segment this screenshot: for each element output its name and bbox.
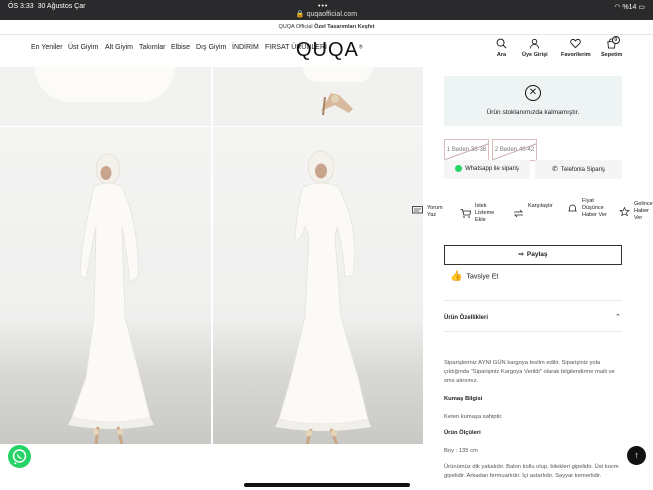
search-button[interactable]: Ara [496, 38, 507, 58]
size-option-1[interactable]: 1 Beden 36-38 [444, 139, 489, 161]
out-of-stock-notice: ✕ Ürün stoklanımızda kalmamıştır. [444, 76, 622, 126]
user-icon [530, 38, 540, 49]
favorites-button[interactable]: Favorilerim [561, 38, 591, 58]
shipping-description: Siparişleriniz AYNI GÜN kargoya teslim e… [444, 360, 615, 384]
shoe-image [321, 93, 353, 116]
chevron-up-icon[interactable]: ⌃ [615, 313, 621, 321]
cart-button[interactable]: 0 Sepetim [601, 36, 622, 58]
battery-icon: ▭ [638, 4, 645, 11]
fabric-text: Keten kumaşa sahiptir. [444, 414, 503, 420]
whatsapp-icon [455, 164, 463, 172]
url-bar[interactable]: 🔒 quqaofficial.com [0, 10, 653, 18]
cart-count-badge: 0 [611, 36, 620, 44]
product-image-top-right[interactable] [213, 67, 423, 126]
cart-icon [460, 209, 471, 218]
model-figure-left [68, 153, 154, 444]
status-time-date: ÖS 3:33 30 Ağustos Çar [8, 3, 86, 10]
close-circle-icon: ✕ [525, 85, 541, 101]
tab-dots[interactable]: ••• [318, 3, 328, 10]
share-button[interactable]: ⇨ Paylaş [444, 245, 622, 265]
comment-icon [412, 206, 423, 214]
heart-icon [570, 38, 582, 49]
detail-text: Ürünümüz dik yakalıdır. Balon kollu olup… [444, 464, 619, 479]
size-text: Boy : 135 cm [444, 448, 478, 454]
arrow-up-icon: ↑ [634, 450, 639, 460]
model-figure-right [275, 150, 371, 444]
status-battery: ◠ %14 ▭ [614, 4, 645, 11]
nav-item-alt-giyim[interactable]: Alt Giyim [105, 44, 133, 51]
product-properties-toggle[interactable]: Ürün Özellikleri [444, 315, 488, 321]
bell-icon [568, 204, 577, 212]
stock-message: Ürün stoklanımızda kalmamıştır. [486, 109, 580, 116]
nav-item-elbise[interactable]: Elbise [171, 44, 190, 51]
product-image-bottom-right[interactable] [213, 127, 423, 444]
divider [444, 331, 622, 332]
share-icon: ⇨ [518, 251, 524, 258]
size-option-2[interactable]: 2 Beden 40-42 [492, 139, 537, 161]
phone-icon: ✆ [552, 166, 558, 173]
recommend-button[interactable]: 👍 Tavsiye Et [450, 271, 498, 282]
home-indicator[interactable] [244, 483, 410, 487]
divider [444, 300, 622, 301]
compare-icon [514, 209, 523, 218]
whatsapp-order-button[interactable]: Whatsapp ile sipariş [444, 160, 530, 179]
scroll-top-button[interactable]: ↑ [627, 446, 646, 465]
lock-icon: 🔒 [295, 11, 305, 18]
nav-item-en-yeniler[interactable]: En Yeniler [31, 44, 63, 51]
promo-banner[interactable]: QUQA Official Özel Tasarımları Keşfet [0, 20, 653, 35]
thumbs-up-icon: 👍 [450, 271, 463, 282]
nav-item-dis-giyim[interactable]: Dış Giyim [196, 44, 226, 51]
wifi-icon: ◠ [614, 4, 621, 11]
star-icon [619, 207, 630, 216]
site-logo[interactable]: QUQA® [296, 39, 364, 62]
url-text: quqaofficial.com [306, 11, 358, 18]
size-heading: Ürün Ölçüleri [444, 430, 481, 436]
status-bar: ÖS 3:33 30 Ağustos Çar ••• 🔒 quqaofficia… [0, 0, 653, 20]
account-button[interactable]: Üye Girişi [522, 38, 548, 58]
phone-order-button[interactable]: ✆ Telefonla Sipariş [535, 160, 622, 179]
main-header: En Yeniler Üst Giyim Alt Giyim Takımlar … [0, 35, 653, 67]
product-image-bottom-left[interactable] [0, 127, 211, 444]
search-icon [496, 38, 507, 49]
nav-item-indirim[interactable]: İNDİRİM [232, 44, 259, 51]
product-info-panel: ✕ Ürün stoklanımızda kalmamıştır. 1 Bede… [412, 67, 653, 490]
whatsapp-icon [12, 449, 27, 465]
fabric-heading: Kumaş Bilgisi [444, 396, 483, 402]
nav-item-takimlar[interactable]: Takımlar [139, 44, 165, 51]
whatsapp-float-button[interactable] [8, 445, 31, 468]
product-image-top-left[interactable] [0, 67, 211, 126]
nav-item-ust-giyim[interactable]: Üst Giyim [68, 44, 98, 51]
